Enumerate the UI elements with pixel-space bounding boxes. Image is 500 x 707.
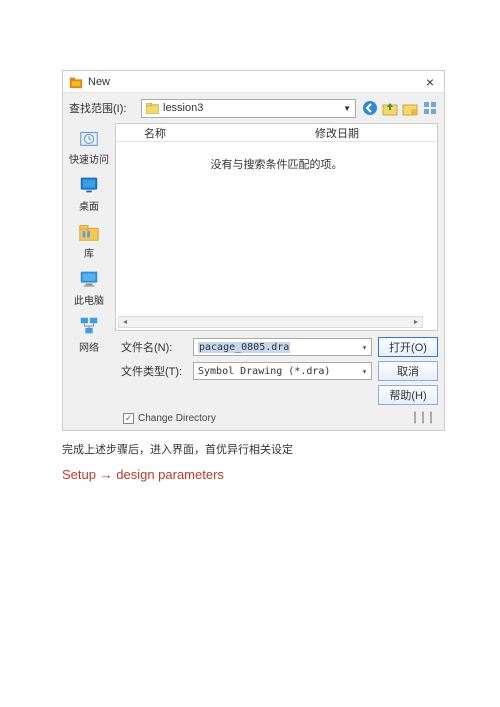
resize-grip-icon: ┃┃┃ [412, 413, 436, 424]
lookup-path-select[interactable]: lession3 ▼ [141, 99, 356, 118]
view-menu-icon[interactable] [422, 100, 438, 116]
desktop-icon [77, 174, 101, 196]
open-button[interactable]: 打开(O) [378, 337, 438, 357]
computer-icon [77, 268, 101, 290]
filename-label: 文件名(N): [121, 339, 187, 355]
sidebar-item-quickaccess[interactable]: 快速访问 [69, 127, 109, 166]
folder-icon [146, 103, 159, 114]
library-icon [77, 221, 101, 243]
places-sidebar: 快速访问 桌面 库 此电脑 网络 [63, 123, 115, 335]
new-folder-icon[interactable] [402, 100, 418, 116]
help-button[interactable]: 帮助(H) [378, 385, 438, 405]
menu-path-text: Setup → design parameters [62, 467, 445, 482]
checkbox-check-icon: ✓ [123, 413, 134, 424]
instruction-text: 完成上述步骤后，进入界面，首优异行相关设定 [62, 441, 445, 457]
chevron-down-icon: ▾ [362, 343, 367, 352]
network-icon [77, 315, 101, 337]
dialog-footer: ✓ Change Directory ┃┃┃ [63, 407, 444, 430]
sidebar-item-desktop[interactable]: 桌面 [77, 174, 101, 213]
chevron-down-icon: ▼ [343, 104, 351, 113]
filetype-label: 文件类型(T): [121, 363, 187, 379]
back-icon[interactable] [362, 100, 378, 116]
lookup-bar: 查找范围(I): lession3 ▼ [63, 93, 444, 123]
new-dialog: New × 查找范围(I): lession3 ▼ 快速访问 [62, 70, 445, 431]
sidebar-item-thispc[interactable]: 此电脑 [74, 268, 104, 307]
filetype-select[interactable]: Symbol Drawing (*.dra) ▾ [193, 362, 372, 380]
file-list-pane: 名称 修改日期 没有与搜索条件匹配的项。 ◄ ► [115, 123, 438, 331]
close-button[interactable]: × [422, 74, 438, 90]
cancel-button[interactable]: 取消 [378, 361, 438, 381]
app-icon [69, 75, 83, 89]
up-folder-icon[interactable] [382, 100, 398, 116]
lookup-path-text: lession3 [163, 102, 343, 114]
titlebar-title: New [88, 76, 422, 88]
filename-input[interactable]: pacage_0805.dra ▾ [193, 338, 372, 356]
file-list-header: 名称 修改日期 [116, 124, 437, 142]
column-date[interactable]: 修改日期 [315, 124, 437, 141]
empty-message: 没有与搜索条件匹配的项。 [116, 156, 437, 172]
change-directory-checkbox[interactable]: ✓ Change Directory [123, 413, 216, 424]
lookup-toolbar [362, 100, 438, 116]
sidebar-item-network[interactable]: 网络 [77, 315, 101, 354]
scroll-right-icon[interactable]: ► [410, 317, 422, 327]
horizontal-scrollbar[interactable]: ◄ ► [118, 316, 423, 328]
titlebar: New × [63, 71, 444, 93]
lookup-label: 查找范围(I): [69, 100, 135, 116]
column-name[interactable]: 名称 [144, 125, 166, 141]
sidebar-item-library[interactable]: 库 [77, 221, 101, 260]
scroll-left-icon[interactable]: ◄ [119, 317, 131, 327]
clock-icon [77, 127, 101, 149]
chevron-down-icon: ▾ [362, 367, 367, 376]
